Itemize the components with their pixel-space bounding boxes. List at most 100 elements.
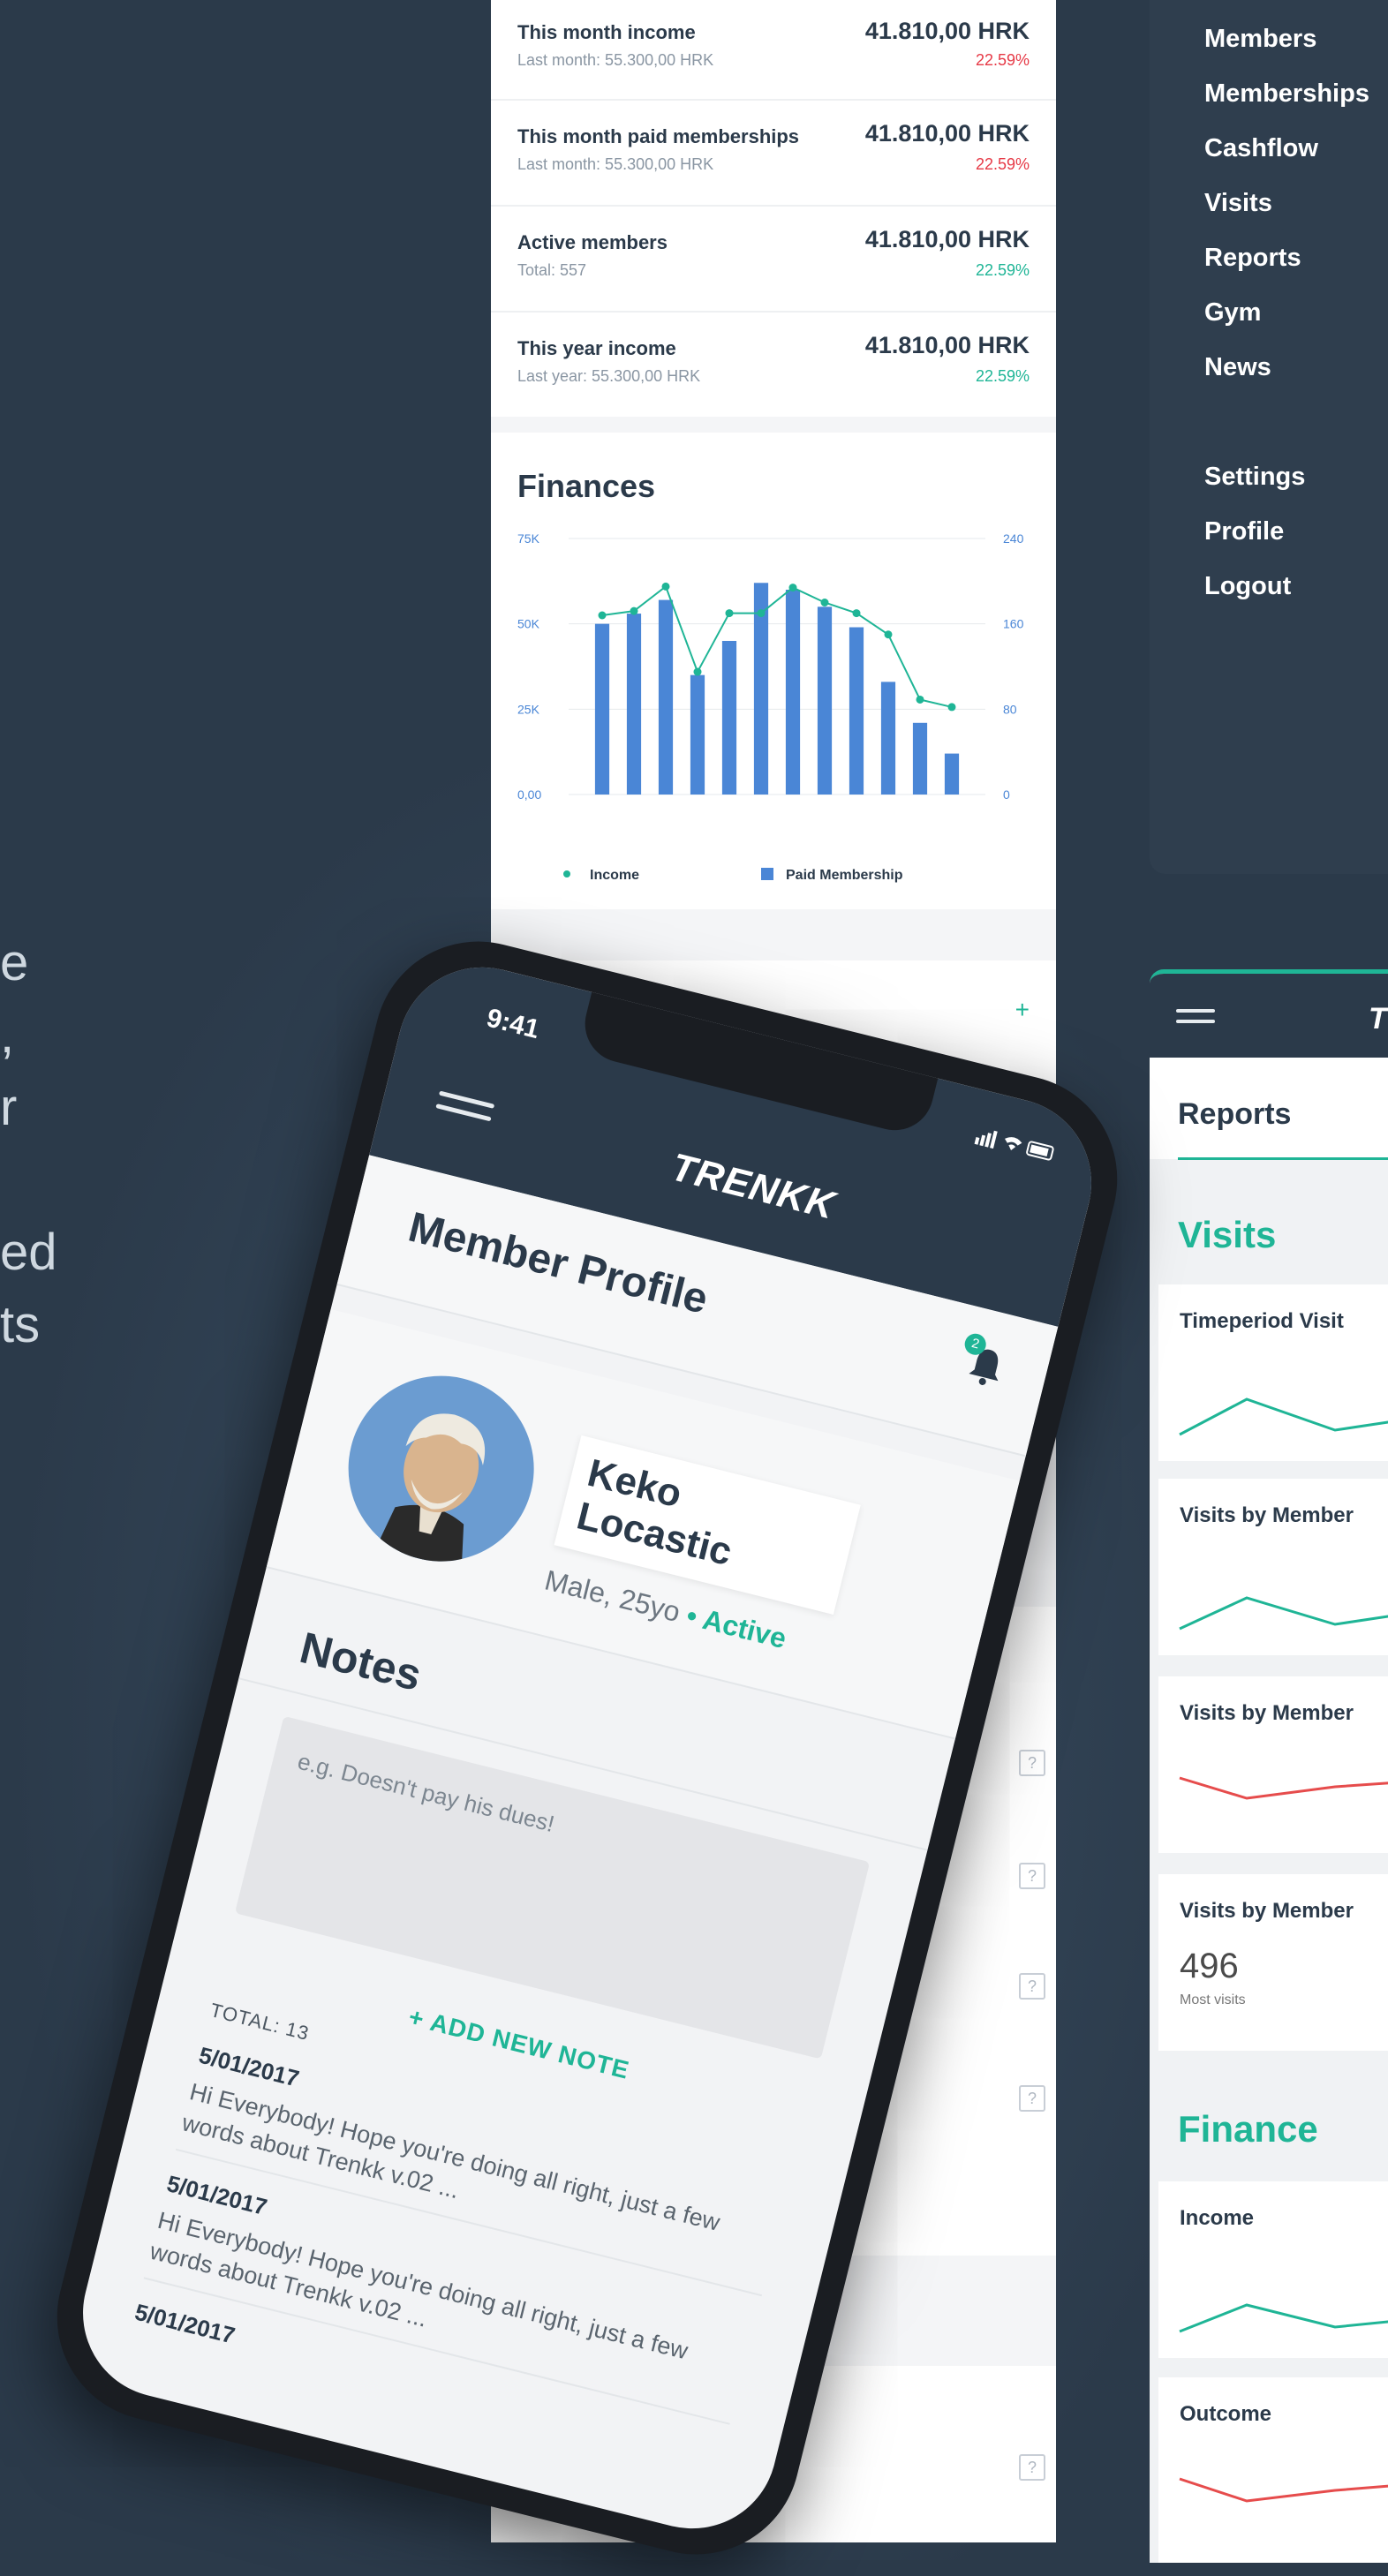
chart-bar [849,627,864,795]
stat-row[interactable]: This month paid memberships Last month: … [491,101,1056,207]
stat-sub: Last month: 55.300,00 HRK [517,51,714,69]
sidebar-item-logout[interactable]: Logout [1204,572,1291,601]
caption-line: ed [0,1224,57,1281]
help-icon[interactable]: ? [1019,1750,1045,1776]
sidebar-menu: Members Memberships Cashflow Visits Repo… [1150,0,1388,874]
stat-label: Active members [517,231,668,253]
stat-value: 41.810,00 HRK [864,226,1030,252]
sparkline [1179,1776,1388,1800]
sidebar-item-memberships[interactable]: Memberships [1204,79,1369,109]
sparkline [1179,2303,1388,2333]
stat-value: 41.810,00 HRK [864,18,1030,44]
report-card[interactable]: Income [1158,2181,1388,2358]
report-card-title: Visits by Member [1180,1899,1354,1923]
sidebar-item-news[interactable]: News [1204,353,1271,382]
sidebar-item-gym[interactable]: Gym [1204,298,1261,328]
most-visits-label: Most visits [1180,1992,1246,2007]
stat-value: 41.810,00 HRK [864,332,1030,358]
caption-line: e [0,934,29,991]
finances-chart: 75K 240 50K 160 25K 80 0,00 0 Income Paid Members… [517,531,1024,883]
most-visits-count: 496 [1180,1947,1239,1985]
stat-value: 41.810,00 HRK [864,120,1030,147]
chart-bar [880,682,896,795]
y-left-tick: 50K [517,617,540,631]
help-icon[interactable]: ? [1019,1863,1045,1889]
finances-card: Finances 75K 240 50K 160 25K 80 0,00 0 Income Pai… [491,433,1056,909]
chart-bar [626,614,642,795]
help-icon[interactable]: ? [1019,2454,1045,2481]
stat-row[interactable]: This year income Last year: 55.300,00 HR… [491,313,1056,417]
report-card[interactable]: Visits by Member [1158,1479,1388,1655]
sidebar-item-cashflow[interactable]: Cashflow [1204,134,1318,163]
y-right-tick: 240 [1003,531,1024,546]
help-icon[interactable]: ? [1019,2085,1045,2112]
chart-bar [944,753,960,795]
legend-paid-marker [761,868,773,880]
sparkline [1179,2477,1388,2503]
stat-label: This month paid memberships [517,125,800,147]
reports-panel: T Reports Visits Timeperiod Visit Visits… [1150,969,1388,2563]
visits-section-title: Visits [1178,1214,1277,1255]
caption-line: ts [0,1296,41,1353]
add-icon[interactable]: + [1015,996,1030,1024]
sparkline [1179,1596,1388,1631]
stat-row[interactable]: Active members Total: 557 41.810,00 HRK … [491,207,1056,313]
income-point [693,667,702,676]
sidebar-item-members[interactable]: Members [1204,25,1316,54]
note-date: 5/01/2017 [132,2298,238,2349]
stat-sub: Total: 557 [517,261,587,279]
y-left-tick: 75K [517,531,540,546]
reports-title-underline [1178,1157,1388,1160]
report-card[interactable]: Outcome [1158,2377,1388,2563]
chart-bar [594,623,610,795]
y-right-tick: 0 [1003,787,1010,802]
report-card[interactable]: Visits by Member 496 Most visits [1158,1874,1388,2051]
income-point [757,609,766,618]
income-line [601,584,953,708]
sidebar-item-profile[interactable]: Profile [1204,517,1284,546]
income-point [788,584,797,592]
income-point [725,609,734,618]
sidebar-item-settings[interactable]: Settings [1204,463,1305,492]
income-point [598,611,607,620]
left-caption: e , r ed ts [0,927,106,1361]
caption-line [0,1144,106,1216]
sparkline [1179,1397,1388,1436]
stat-pct: 22.59% [975,367,1030,385]
chart-bar [817,606,833,795]
report-card[interactable]: Visits by Member [1158,1676,1388,1853]
income-point [947,703,956,712]
income-point [852,609,861,618]
y-right-tick: 160 [1003,617,1024,631]
stat-label: This month income [517,21,696,43]
reports-title: Reports [1178,1097,1292,1131]
income-point [916,695,924,704]
chart-bar [785,590,801,795]
finance-section-title: Finance [1178,2108,1318,2150]
y-left-tick: 0,00 [517,787,541,802]
legend-paid-label: Paid Membership [786,868,903,883]
sidebar-item-reports[interactable]: Reports [1204,244,1301,273]
stat-sub: Last year: 55.300,00 HRK [517,367,701,385]
income-point [630,606,638,615]
stat-sub: Last month: 55.300,00 HRK [517,155,714,173]
sidebar-item-visits[interactable]: Visits [1204,189,1272,218]
y-right-tick: 80 [1003,702,1017,716]
stat-pct: 22.59% [975,155,1030,173]
income-point [820,599,829,606]
chart-bar [658,599,674,795]
add-note-button[interactable]: + ADD NEW NOTE [406,2003,632,2085]
hamburger-icon[interactable] [1176,1009,1215,1027]
stat-label: This year income [517,337,676,359]
stat-row[interactable]: This month income Last month: 55.300,00 … [491,0,1056,101]
help-icon[interactable]: ? [1019,1973,1045,2000]
chart-bar [912,722,928,795]
notes-total: TOTAL: 13 [207,1999,312,2045]
reports-logo: T [1369,1002,1387,1036]
report-card[interactable]: Timeperiod Visit [1158,1284,1388,1461]
income-point [661,582,670,591]
y-left-tick: 25K [517,702,540,716]
notes-title: Notes [295,1623,426,1701]
stats-card: This month income Last month: 55.300,00 … [491,0,1056,417]
chart-bar [721,641,737,795]
